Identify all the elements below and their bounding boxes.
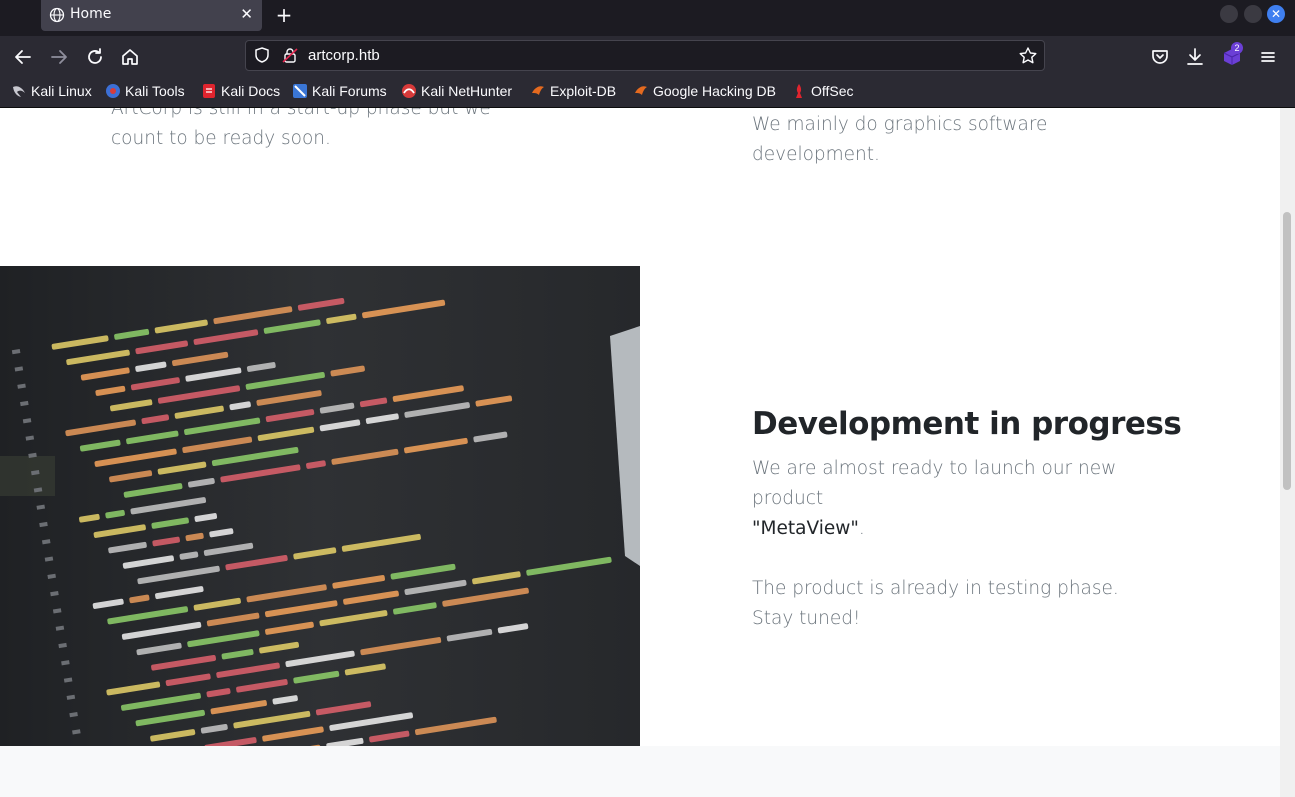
next-section-band bbox=[0, 746, 1280, 797]
scrollbar-thumb[interactable] bbox=[1283, 212, 1291, 490]
product-name: "MetaView" bbox=[752, 518, 859, 539]
globe-icon bbox=[49, 7, 65, 23]
extension-button[interactable]: 2 bbox=[1220, 42, 1246, 68]
kali-nethunter-icon bbox=[402, 84, 416, 98]
tab-bar: Home ✕ + ✕ bbox=[0, 0, 1295, 36]
testing-phase-text: The product is already in testing phase. bbox=[752, 578, 1119, 599]
bookmark-kali-nethunter[interactable]: Kali NetHunter bbox=[401, 83, 512, 101]
intro-left-text: ArtCorp is still in a start-up phase but… bbox=[111, 108, 491, 149]
menu-hamburger-icon[interactable] bbox=[1256, 45, 1280, 69]
close-tab-icon[interactable]: ✕ bbox=[240, 5, 253, 23]
launch-text: We are almost ready to launch our new pr… bbox=[752, 458, 1117, 509]
reload-icon[interactable] bbox=[83, 45, 107, 69]
close-window-button[interactable]: ✕ bbox=[1267, 5, 1285, 23]
maximize-button[interactable] bbox=[1244, 5, 1262, 23]
bookmark-kali-tools[interactable]: Kali Tools bbox=[105, 83, 185, 101]
tab-home[interactable]: Home ✕ bbox=[41, 0, 262, 31]
stay-tuned-text: Stay tuned! bbox=[752, 608, 861, 629]
feature-line-1: We are almost ready to launch our new pr… bbox=[752, 454, 1192, 544]
offsec-icon bbox=[796, 84, 802, 98]
feature-description: We are almost ready to launch our new pr… bbox=[752, 454, 1192, 634]
home-icon[interactable] bbox=[118, 45, 142, 69]
feature-line-2: The product is already in testing phase.… bbox=[752, 574, 1192, 634]
extension-badge: 2 bbox=[1231, 42, 1243, 54]
forward-arrow-icon[interactable] bbox=[47, 45, 71, 69]
kali-tools-icon bbox=[106, 84, 120, 98]
code-screenshot-image bbox=[0, 266, 640, 746]
kali-dragon-icon bbox=[13, 86, 25, 97]
shield-icon[interactable] bbox=[253, 46, 271, 64]
product-period: . bbox=[858, 518, 865, 539]
pocket-icon[interactable] bbox=[1148, 45, 1172, 69]
bookmark-offsec[interactable]: OffSec bbox=[791, 83, 854, 101]
kali-forums-icon bbox=[293, 84, 307, 98]
address-bar[interactable]: artcorp.htb bbox=[245, 40, 1045, 71]
minimize-button[interactable] bbox=[1220, 5, 1238, 23]
tab-title: Home bbox=[70, 6, 112, 22]
bookmark-kali-linux[interactable]: Kali Linux bbox=[11, 83, 92, 101]
bookmark-kali-forums[interactable]: Kali Forums bbox=[292, 83, 387, 101]
back-arrow-icon[interactable] bbox=[11, 45, 35, 69]
bookmark-exploit-db[interactable]: Exploit-DB bbox=[530, 83, 616, 101]
intro-right-text: We mainly do graphics software developme… bbox=[752, 114, 1048, 165]
url-text[interactable]: artcorp.htb bbox=[308, 47, 380, 64]
bookmarks-toolbar: Kali Linux Kali Tools Kali Docs Kali For… bbox=[0, 76, 1295, 108]
ghdb-icon bbox=[635, 86, 647, 95]
bookmark-google-hacking-db[interactable]: Google Hacking DB bbox=[633, 83, 776, 101]
navigation-bar: artcorp.htb 2 bbox=[0, 36, 1295, 76]
bookmark-kali-docs[interactable]: Kali Docs bbox=[201, 83, 280, 101]
feature-heading: Development in progress bbox=[752, 406, 1182, 442]
page-viewport: ArtCorp is still in a start-up phase but… bbox=[0, 108, 1280, 797]
bookmark-star-icon[interactable] bbox=[1018, 46, 1038, 66]
code-editor-picture bbox=[0, 266, 640, 746]
exploit-db-icon bbox=[532, 86, 544, 95]
new-tab-button[interactable]: + bbox=[274, 3, 294, 27]
download-icon[interactable] bbox=[1183, 45, 1207, 69]
kali-docs-icon bbox=[203, 84, 215, 98]
insecure-lock-icon[interactable] bbox=[281, 46, 299, 64]
